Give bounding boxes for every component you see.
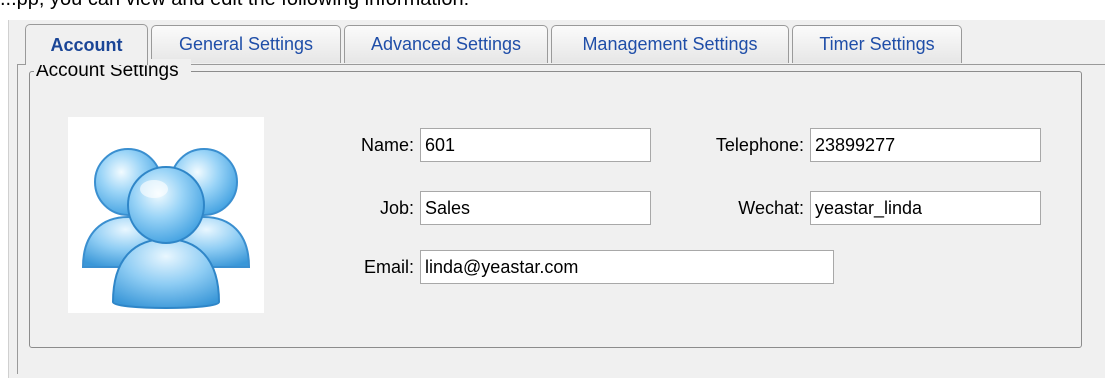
email-field[interactable] — [420, 250, 834, 284]
email-label: Email: — [363, 257, 414, 277]
wechat-field[interactable] — [810, 191, 1041, 225]
tab-advanced-settings[interactable]: Advanced Settings — [344, 25, 548, 63]
top-caption: ...pp, you can view and edit the followi… — [0, 0, 1105, 11]
name-label: Name: — [360, 135, 414, 155]
tab-management-settings[interactable]: Management Settings — [551, 25, 789, 63]
avatar — [68, 117, 264, 313]
users-group-icon — [81, 148, 251, 309]
tab-timer-settings[interactable]: Timer Settings — [792, 25, 962, 63]
job-label: Job: — [379, 198, 414, 218]
tab-general-settings[interactable]: General Settings — [151, 25, 341, 63]
telephone-label: Telephone: — [715, 135, 804, 155]
telephone-field[interactable] — [810, 128, 1041, 162]
wechat-label: Wechat: — [738, 198, 804, 218]
job-field[interactable] — [420, 191, 651, 225]
name-field[interactable] — [420, 128, 651, 162]
tab-account[interactable]: Account — [25, 24, 148, 65]
